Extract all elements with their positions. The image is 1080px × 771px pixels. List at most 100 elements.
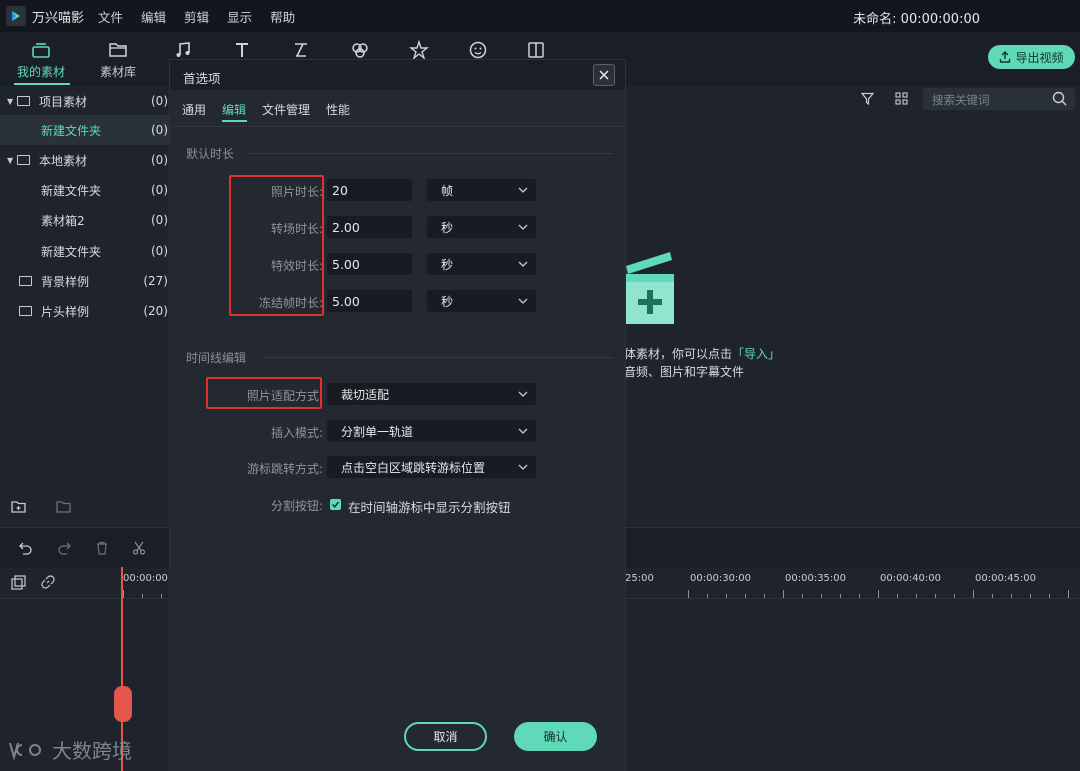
filter-icon[interactable] bbox=[860, 92, 875, 108]
freeze-frame-duration-unit-select[interactable]: 秒 bbox=[427, 290, 536, 312]
elements-icon[interactable] bbox=[407, 38, 431, 62]
show-split-button-checkbox-label[interactable]: 在时间轴游标中显示分割按钮 bbox=[348, 497, 511, 516]
watermark-text: 大数跨境 bbox=[52, 739, 132, 763]
chevron-down-icon bbox=[518, 187, 528, 193]
import-link[interactable]: 「导入」 bbox=[732, 347, 780, 361]
folder-icon bbox=[17, 96, 30, 106]
media-icon[interactable] bbox=[29, 38, 53, 62]
chevron-down-icon bbox=[518, 391, 528, 397]
tick-label: 00:00:35:00 bbox=[785, 573, 847, 584]
menu-file[interactable]: 文件 bbox=[98, 7, 123, 26]
export-button-label: 导出视频 bbox=[1015, 50, 1064, 65]
insert-mode-label: 插入模式: bbox=[270, 426, 323, 440]
search-placeholder: 搜索关键词 bbox=[932, 93, 990, 107]
section-default-duration: 默认时长 bbox=[186, 147, 235, 161]
tree-item-new-folder[interactable]: 新建文件夹 (0) bbox=[0, 236, 170, 266]
tree-item-label: 项目素材 bbox=[39, 94, 88, 109]
tree-item-project-media[interactable]: ▼ 项目素材 (0) bbox=[0, 86, 170, 116]
scissors-icon[interactable] bbox=[132, 541, 146, 558]
tree-item-label: 素材箱2 bbox=[41, 213, 85, 228]
empty-hint-text: 体素材，你可以点击 bbox=[624, 347, 733, 361]
delete-icon[interactable] bbox=[95, 541, 109, 558]
tree-item-new-folder[interactable]: 新建文件夹 (0) bbox=[0, 175, 170, 205]
split-screen-icon[interactable] bbox=[524, 38, 548, 62]
undo-icon[interactable] bbox=[19, 541, 33, 558]
folder-outline-icon[interactable] bbox=[56, 500, 72, 517]
chevron-down-icon bbox=[518, 428, 528, 434]
sticker-icon[interactable] bbox=[466, 38, 490, 62]
dialog-title: 首选项 bbox=[183, 71, 221, 86]
search-input[interactable]: 搜索关键词 bbox=[923, 88, 1075, 110]
audio-icon[interactable] bbox=[171, 38, 195, 62]
transition-duration-input[interactable]: 2.00 bbox=[327, 216, 412, 238]
tab-my-media[interactable]: 我的素材 bbox=[17, 63, 65, 80]
select-value: 分割单一轨道 bbox=[341, 424, 414, 439]
add-folder-icon[interactable] bbox=[11, 500, 27, 517]
tab-media-library[interactable]: 素材库 bbox=[100, 63, 136, 80]
insert-mode-select[interactable]: 分割单一轨道 bbox=[327, 420, 536, 442]
tick-label: 00:00:30:00 bbox=[690, 573, 752, 584]
tree-item-local-media[interactable]: ▼ 本地素材 (0) bbox=[0, 145, 170, 175]
expand-arrow-icon[interactable]: ▼ bbox=[7, 97, 15, 106]
photo-duration-unit-select[interactable]: 帧 bbox=[427, 179, 536, 201]
section-timeline-editing: 时间线编辑 bbox=[186, 351, 247, 365]
menu-clip[interactable]: 剪辑 bbox=[184, 7, 209, 26]
confirm-button[interactable]: 确认 bbox=[514, 722, 597, 751]
cancel-button[interactable]: 取消 bbox=[404, 722, 487, 751]
tree-item-label: 背景样例 bbox=[41, 274, 90, 289]
watermark-logo: 大数跨境 bbox=[8, 735, 132, 764]
folder-icon[interactable] bbox=[106, 38, 130, 62]
tree-item-count: (0) bbox=[151, 123, 168, 137]
cursor-jump-select[interactable]: 点击空白区域跳转游标位置 bbox=[327, 456, 536, 478]
playhead-split-handle[interactable] bbox=[114, 686, 132, 722]
menu-help[interactable]: 帮助 bbox=[270, 7, 295, 26]
chevron-down-icon bbox=[518, 464, 528, 470]
tab-editing[interactable]: 编辑 bbox=[222, 101, 246, 118]
folder-icon bbox=[17, 155, 30, 165]
tab-performance[interactable]: 性能 bbox=[326, 101, 350, 118]
effect-duration-input[interactable]: 5.00 bbox=[327, 253, 412, 275]
clapperboard-icon bbox=[624, 248, 676, 327]
effects-icon[interactable] bbox=[348, 38, 372, 62]
tree-item-count: (0) bbox=[151, 94, 168, 108]
transition-duration-unit-select[interactable]: 秒 bbox=[427, 216, 536, 238]
tree-item-intro-samples[interactable]: 片头样例 (20) bbox=[0, 296, 170, 326]
show-split-button-checkbox[interactable] bbox=[330, 499, 341, 510]
transition-icon[interactable] bbox=[289, 38, 313, 62]
chevron-down-icon bbox=[518, 224, 528, 230]
grid-view-icon[interactable] bbox=[895, 92, 908, 108]
active-tab-indicator bbox=[14, 83, 70, 85]
search-icon[interactable] bbox=[1052, 91, 1067, 106]
checkmark-icon bbox=[331, 501, 340, 508]
title-text-icon[interactable] bbox=[230, 38, 254, 62]
chevron-down-icon bbox=[518, 261, 528, 267]
menu-bar: 万兴喵影 文件 编辑 剪辑 显示 帮助 未命名: 00:00:00:00 bbox=[0, 0, 1080, 32]
close-button[interactable] bbox=[593, 64, 615, 86]
add-track-icon[interactable] bbox=[11, 575, 26, 593]
photo-fit-select[interactable]: 裁切适配 bbox=[327, 383, 536, 405]
export-button[interactable]: 导出视频 bbox=[988, 45, 1075, 69]
link-icon[interactable] bbox=[41, 575, 55, 592]
freeze-frame-duration-input[interactable]: 5.00 bbox=[327, 290, 412, 312]
tree-item-label: 片头样例 bbox=[41, 304, 90, 319]
tree-item-count: (20) bbox=[143, 304, 168, 318]
app-name: 万兴喵影 bbox=[32, 10, 85, 26]
active-tab-indicator bbox=[222, 120, 247, 122]
expand-arrow-icon[interactable]: ▼ bbox=[7, 156, 15, 165]
media-tree-panel: ▼ 项目素材 (0) 新建文件夹 (0) ▼ 本地素材 (0) 新建文件夹 (0… bbox=[0, 86, 170, 526]
redo-icon[interactable] bbox=[57, 541, 71, 558]
tab-file-management[interactable]: 文件管理 bbox=[262, 101, 310, 118]
tab-general[interactable]: 通用 bbox=[182, 101, 206, 118]
highlight-box-photo-fit bbox=[206, 377, 322, 409]
effect-duration-unit-select[interactable]: 秒 bbox=[427, 253, 536, 275]
tree-item-background-samples[interactable]: 背景样例 (27) bbox=[0, 266, 170, 296]
menu-edit[interactable]: 编辑 bbox=[141, 7, 166, 26]
select-value: 帧 bbox=[441, 183, 454, 198]
photo-duration-input[interactable]: 20 bbox=[327, 179, 412, 201]
tree-item-count: (0) bbox=[151, 183, 168, 197]
menu-view[interactable]: 显示 bbox=[227, 7, 252, 26]
tree-item-media-bin[interactable]: 素材箱2 (0) bbox=[0, 205, 170, 235]
cursor-jump-label: 游标跳转方式: bbox=[246, 462, 323, 476]
tree-item-new-folder-selected[interactable]: 新建文件夹 (0) bbox=[0, 115, 170, 145]
section-divider bbox=[248, 153, 613, 154]
